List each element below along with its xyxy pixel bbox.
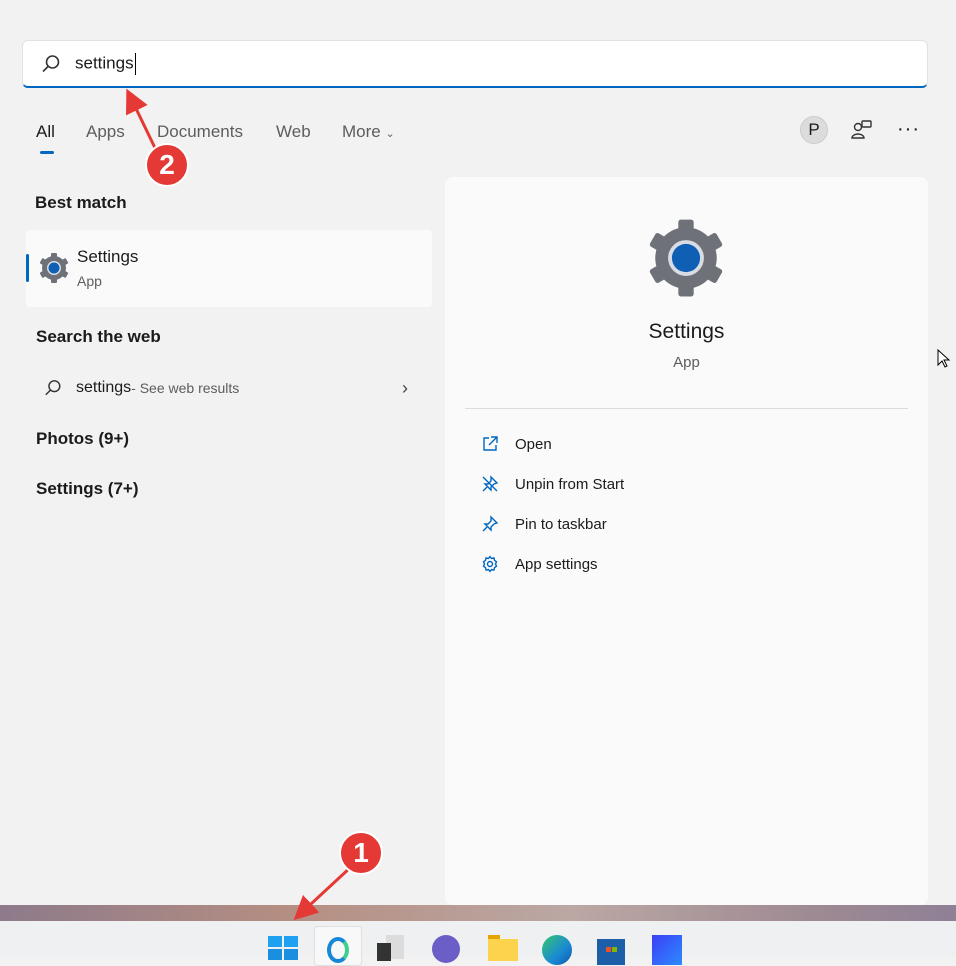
annotation-arrows	[126, 88, 354, 921]
annotation-badge-2: 2	[145, 143, 189, 187]
annotation-badge-1: 1	[339, 831, 383, 875]
